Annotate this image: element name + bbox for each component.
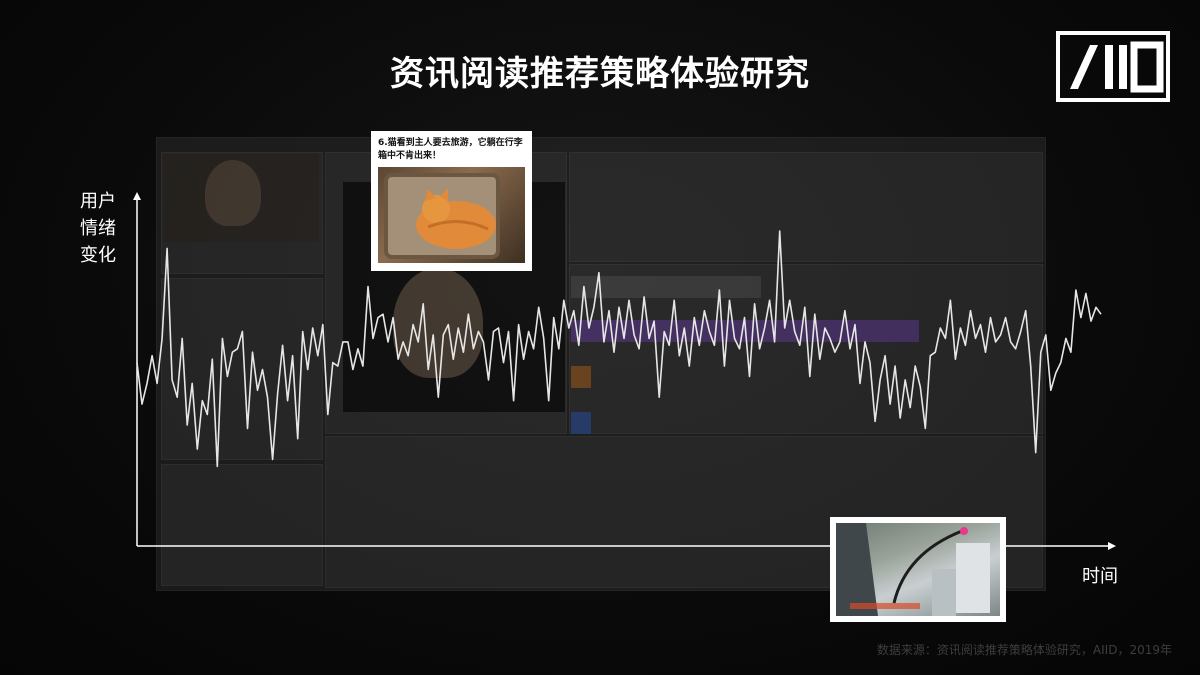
news-thumbnail-city <box>830 517 1006 622</box>
news-thumbnail-cat: 6.猫看到主人要去旅游，它躺在行李箱中不肯出来！ <box>371 131 532 271</box>
y-axis-arrow-icon <box>133 192 141 200</box>
city-aerial-photo-icon <box>836 523 1000 616</box>
cat-in-suitcase-photo-icon <box>378 167 525 263</box>
series-line <box>136 230 1102 468</box>
emotion-line-chart <box>133 192 1116 550</box>
data-source-note: 数据来源：资讯阅读推荐策略体验研究，AIID，2019年 <box>876 643 1172 657</box>
x-axis-arrow-icon <box>1108 542 1116 550</box>
thumbnail-caption: 6.猫看到主人要去旅游，它躺在行李箱中不肯出来！ <box>378 138 523 161</box>
